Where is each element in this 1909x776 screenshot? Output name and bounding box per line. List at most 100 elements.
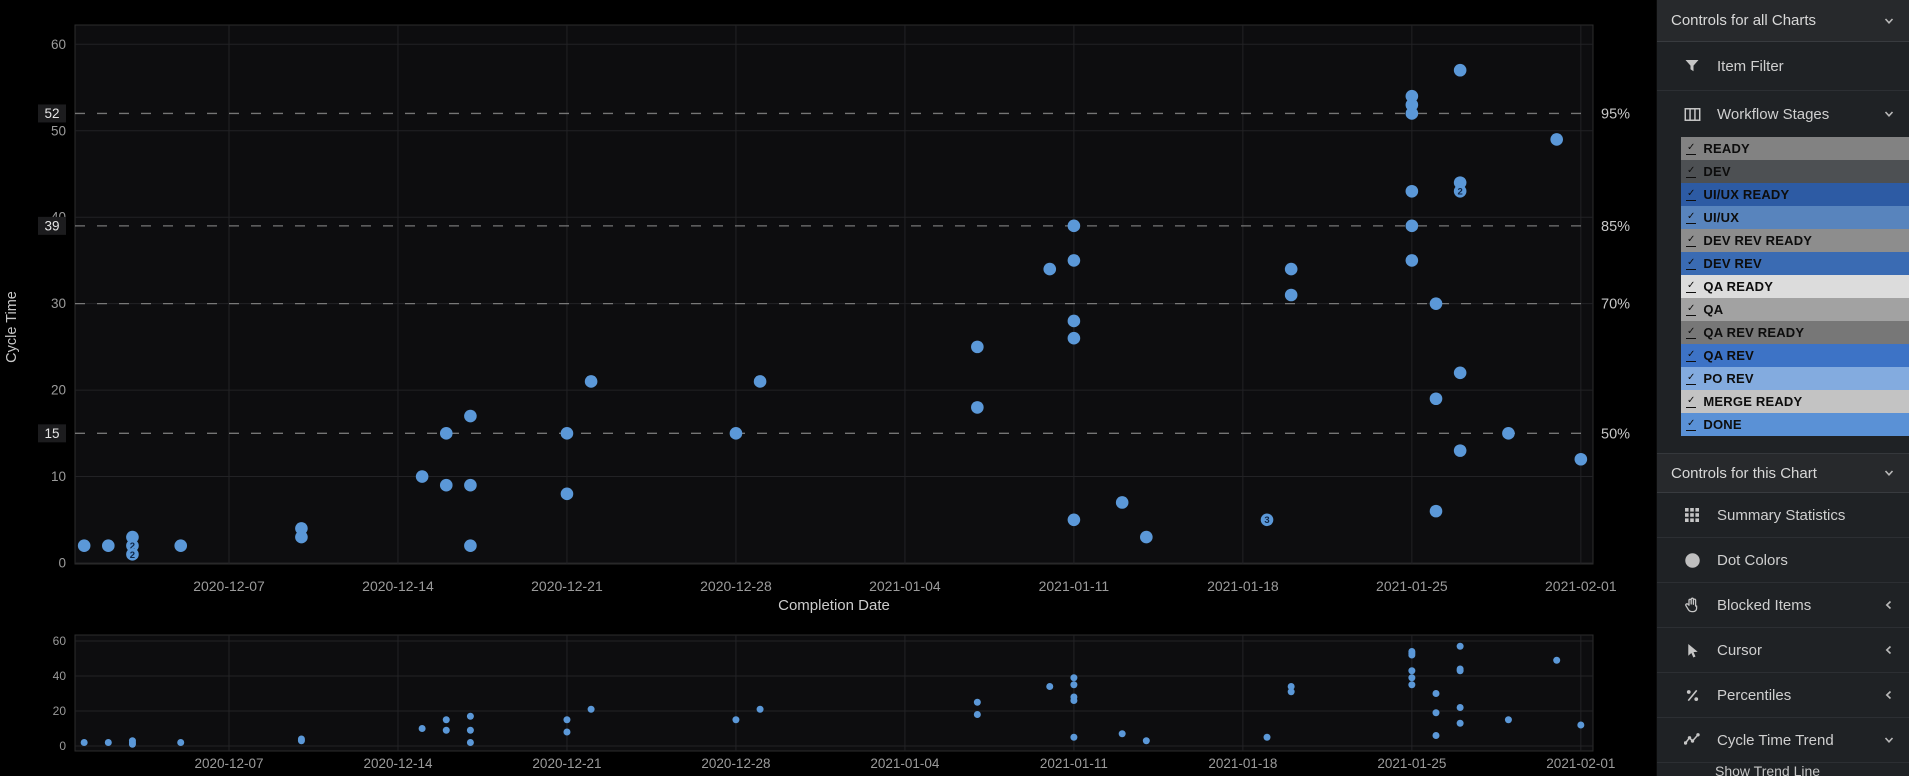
workflow-stage-uiux-ready[interactable]: ✓UI/UX READY [1681,183,1909,206]
data-point[interactable] [1430,505,1443,518]
sidebar-item-blocked-items[interactable]: Blocked Items [1657,583,1909,628]
data-point[interactable] [419,725,426,732]
data-point[interactable] [1068,332,1081,345]
data-point[interactable] [464,479,477,492]
data-point[interactable] [754,375,767,388]
data-point[interactable] [105,739,112,746]
data-point[interactable] [1454,444,1467,457]
data-point[interactable] [757,706,764,713]
data-point[interactable] [177,739,184,746]
data-point[interactable] [1406,185,1419,198]
timeline-overview-chart[interactable]: 2020-12-072020-12-142020-12-212020-12-28… [0,625,1656,776]
cycle-time-scatter-chart[interactable]: 2020-12-072020-12-142020-12-212020-12-28… [0,0,1656,622]
data-point[interactable] [563,729,570,736]
data-point[interactable] [298,737,305,744]
data-point[interactable] [1502,427,1515,440]
data-point[interactable] [563,716,570,723]
data-point[interactable] [295,531,308,544]
data-point[interactable] [971,341,984,354]
data-point[interactable] [1430,392,1443,405]
data-point[interactable] [1457,643,1464,650]
data-point[interactable] [1119,730,1126,737]
data-point[interactable] [1433,709,1440,716]
data-point[interactable] [440,479,453,492]
data-point[interactable] [971,401,984,414]
workflow-stage-po-rev[interactable]: ✓PO REV [1681,367,1909,390]
data-point[interactable] [732,716,739,723]
sidebar-item-dot-colors[interactable]: Dot Colors [1657,538,1909,583]
data-point[interactable] [1408,681,1415,688]
sidebar-item-cursor[interactable]: Cursor [1657,628,1909,673]
data-point[interactable] [1457,720,1464,727]
data-point[interactable] [467,739,474,746]
data-point[interactable] [78,539,91,552]
data-point[interactable] [467,713,474,720]
data-point[interactable] [588,706,595,713]
sidebar-item-show-trend-line[interactable]: Show Trend Line [1657,763,1909,776]
data-point[interactable] [1068,220,1081,233]
data-point[interactable] [1285,263,1298,276]
data-point[interactable] [1068,513,1081,526]
sidebar-item-cycle-time-trend[interactable]: Cycle Time Trend [1657,718,1909,763]
data-point[interactable] [440,427,453,440]
data-point[interactable] [102,539,115,552]
data-point[interactable] [1577,722,1584,729]
data-point[interactable] [1457,704,1464,711]
data-point[interactable] [129,741,136,748]
data-point[interactable] [1406,107,1419,120]
data-point[interactable] [1408,674,1415,681]
data-point[interactable] [1454,64,1467,77]
data-point[interactable] [81,739,88,746]
data-point[interactable] [1046,683,1053,690]
workflow-stage-qa-rev[interactable]: ✓QA REV [1681,344,1909,367]
data-point[interactable] [443,727,450,734]
workflow-stage-qa-rev-ready[interactable]: ✓QA REV READY [1681,321,1909,344]
sidebar-item-workflow-stages[interactable]: Workflow Stages [1657,91,1909,137]
data-point[interactable] [1068,254,1081,267]
data-point[interactable] [443,716,450,723]
data-point[interactable] [561,488,574,501]
data-point[interactable] [1575,453,1588,466]
data-point[interactable] [416,470,429,483]
data-point[interactable] [585,375,598,388]
data-point[interactable] [1143,737,1150,744]
data-point[interactable] [1070,674,1077,681]
data-point[interactable] [174,539,187,552]
workflow-stage-ready[interactable]: ✓READY [1681,137,1909,160]
sidebar-item-item-filter[interactable]: Item Filter [1657,42,1909,91]
data-point[interactable] [1070,697,1077,704]
sidebar-item-percentiles[interactable]: Percentiles [1657,673,1909,718]
data-point[interactable] [1406,254,1419,267]
data-point[interactable] [1454,367,1467,380]
workflow-stage-dev-rev-ready[interactable]: ✓DEV REV READY [1681,229,1909,252]
data-point[interactable] [561,427,574,440]
sidebar-item-summary-statistics[interactable]: Summary Statistics [1657,493,1909,538]
data-point[interactable] [974,699,981,706]
workflow-stage-uiux[interactable]: ✓UI/UX [1681,206,1909,229]
data-point[interactable] [1457,667,1464,674]
data-point[interactable] [1505,716,1512,723]
workflow-stage-done[interactable]: ✓DONE [1681,413,1909,436]
data-point[interactable] [1043,263,1056,276]
data-point[interactable] [1553,657,1560,664]
data-point[interactable] [730,427,743,440]
data-point[interactable] [1070,734,1077,741]
data-point[interactable] [1068,315,1081,328]
data-point[interactable] [1070,681,1077,688]
data-point[interactable] [1550,133,1563,146]
data-point[interactable] [1264,734,1271,741]
workflow-stage-qa[interactable]: ✓QA [1681,298,1909,321]
data-point[interactable] [464,539,477,552]
data-point[interactable] [1140,531,1153,544]
data-point[interactable] [467,727,474,734]
data-point[interactable] [464,410,477,423]
data-point[interactable] [1408,652,1415,659]
data-point[interactable] [1430,297,1443,310]
section-header-controls-this-chart[interactable]: Controls for this Chart [1657,453,1909,493]
workflow-stage-dev[interactable]: ✓DEV [1681,160,1909,183]
data-point[interactable] [1288,688,1295,695]
section-header-controls-all-charts[interactable]: Controls for all Charts [1657,0,1909,42]
data-point[interactable] [1285,289,1298,302]
workflow-stage-merge-ready[interactable]: ✓MERGE READY [1681,390,1909,413]
data-point[interactable] [1116,496,1129,509]
